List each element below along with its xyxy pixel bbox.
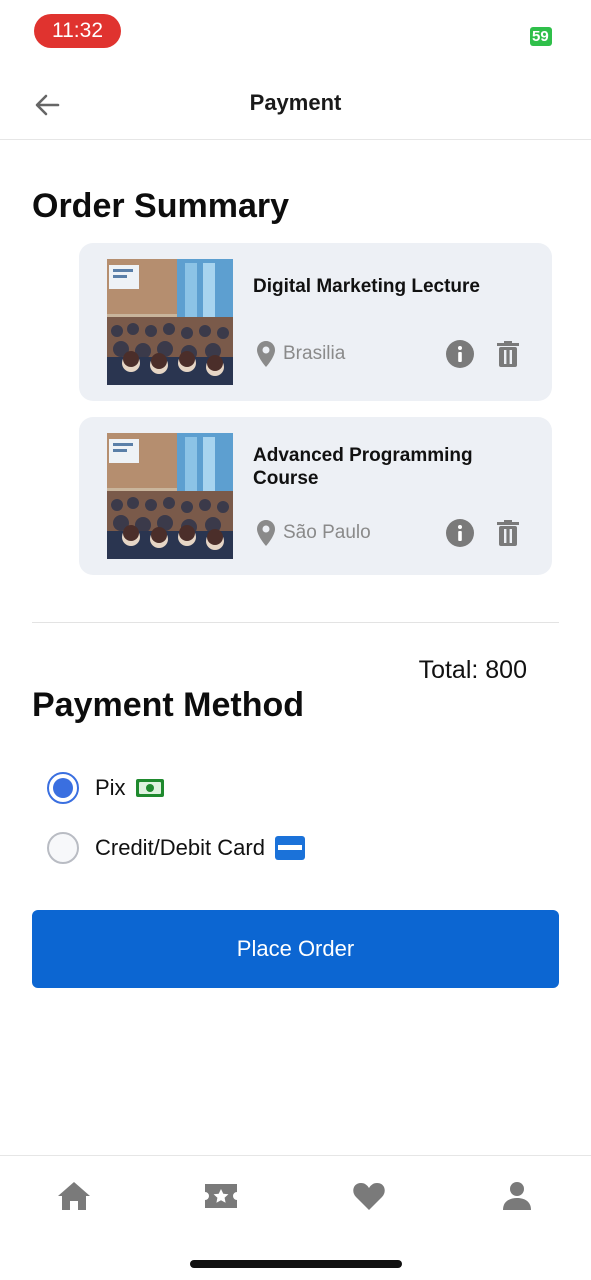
home-indicator [190,1260,402,1268]
order-item-card: Digital Marketing Lecture Brasilia [79,243,552,401]
payment-method-heading: Payment Method [32,686,305,724]
heart-icon [353,1183,385,1210]
item-title: Digital Marketing Lecture [253,276,480,297]
page-title: Payment [249,90,342,115]
location-pin-icon [257,341,275,367]
ticket-icon [205,1184,237,1208]
event-thumbnail [107,259,233,385]
info-button[interactable] [445,339,475,369]
order-total: Total: 800 [418,656,527,684]
pix-label: Pix [95,775,126,800]
location-pin-icon [257,520,275,546]
info-button[interactable] [445,518,475,548]
item-location: São Paulo [257,518,371,548]
payment-option-card[interactable]: Credit/Debit Card [47,832,305,864]
nav-home[interactable] [54,1176,94,1216]
item-location: Brasilia [257,339,345,369]
home-icon [58,1182,90,1210]
nav-profile[interactable] [497,1176,537,1216]
top-bar: Payment [0,64,591,140]
nav-tickets[interactable] [201,1176,241,1216]
nav-favorites[interactable] [349,1176,389,1216]
info-icon [446,340,474,368]
payment-screen: 11:32 59 Payment Order Summary Digital M… [0,0,591,1280]
payment-option-pix[interactable]: Pix [47,772,164,804]
section-divider [32,622,559,623]
event-thumbnail [107,433,233,559]
card-radio[interactable] [47,832,79,864]
profile-icon [503,1182,531,1210]
bottom-navigation [0,1155,591,1280]
location-label: São Paulo [283,522,371,543]
status-time: 11:32 [34,14,121,48]
info-icon [446,519,474,547]
battery-indicator: 59 [530,27,552,46]
trash-icon [497,520,519,546]
cash-icon [135,778,164,798]
location-label: Brasilia [283,343,346,364]
trash-icon [497,341,519,367]
order-summary-heading: Order Summary [32,187,289,225]
card-label: Credit/Debit Card [95,835,265,860]
place-order-button[interactable]: Place Order [32,910,559,988]
order-item-card: Advanced Programming Course São Paulo [79,417,552,575]
delete-button[interactable] [493,518,523,548]
item-title: Advanced Programming Course [253,445,473,489]
credit-card-icon [274,836,305,860]
delete-button[interactable] [493,339,523,369]
pix-radio[interactable] [47,772,79,804]
